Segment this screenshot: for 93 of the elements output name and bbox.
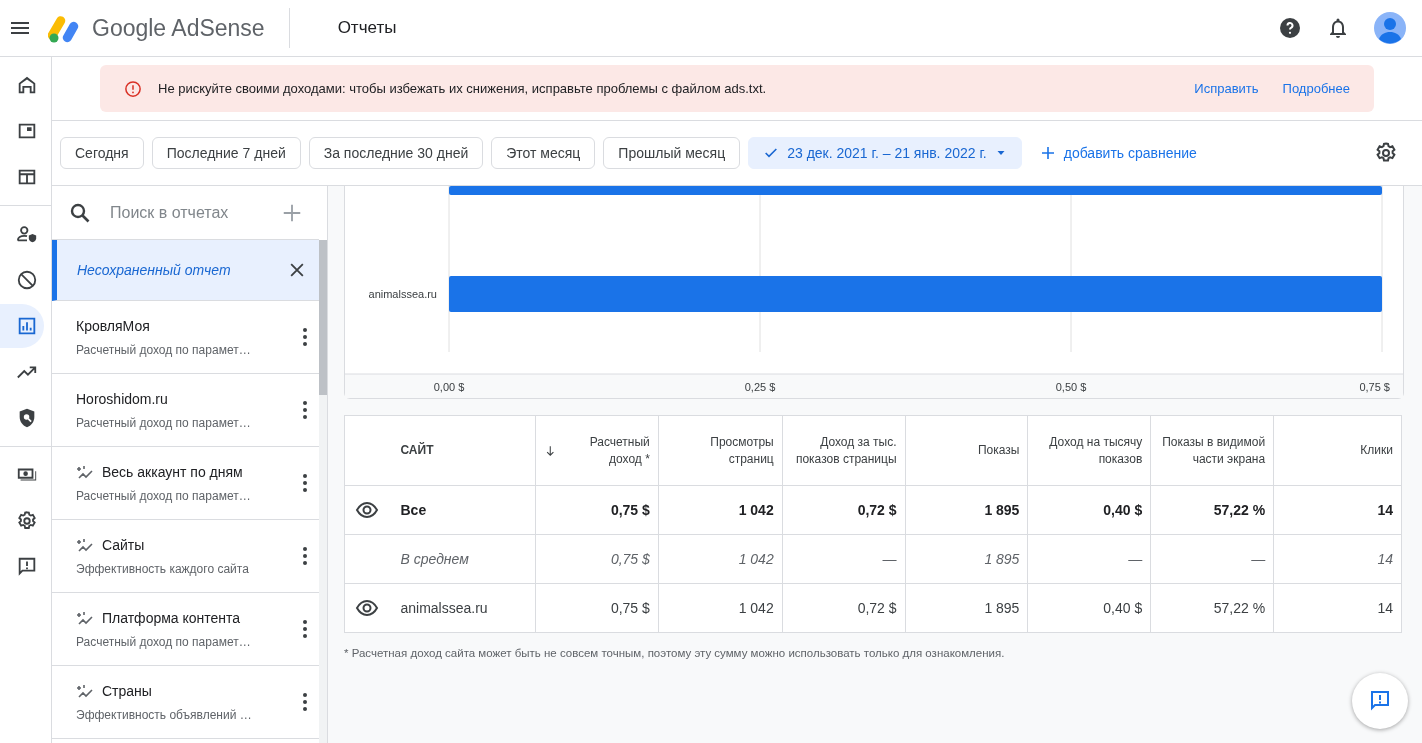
table-cell: 1 895 — [905, 583, 1028, 633]
table-cell: 1 042 — [658, 583, 783, 633]
more-vert-icon — [303, 328, 307, 346]
help-icon — [1278, 16, 1302, 40]
date-filter-chip[interactable]: За последние 30 дней — [308, 137, 484, 169]
date-filter-chip[interactable]: Сегодня — [60, 137, 144, 169]
table-cell: 14 — [1273, 485, 1402, 535]
add-comparison-link[interactable]: добавить сравнение — [1033, 141, 1203, 165]
table-cell: 0,75 $ — [535, 485, 659, 535]
report-description: Эффективность каждого сайта — [76, 560, 250, 578]
feedback-icon — [16, 556, 38, 578]
report-list-item[interactable]: Несохраненный отчет — [52, 240, 319, 301]
more-button[interactable] — [303, 547, 307, 565]
axis-tick-label: 0,25 $ — [744, 381, 776, 393]
more-vert-icon — [303, 693, 307, 711]
date-range-dropdown[interactable]: 23 дек. 2021 г. – 21 янв. 2022 г. — [748, 137, 1022, 169]
axis-tick-label: 0,50 $ — [1055, 381, 1087, 393]
person-shield-icon — [16, 223, 38, 245]
table-cell: 0,40 $ — [1027, 485, 1151, 535]
report-title: КровляМоя — [76, 316, 150, 336]
more-vert-icon — [303, 474, 307, 492]
column-header[interactable]: Расчетный доход * — [535, 415, 659, 486]
table-cell: 57,22 % — [1150, 485, 1274, 535]
alert-message: Не рискуйте своими доходами: чтобы избежать их снижения, исправьте проблемы с файлом ads.txt. — [158, 79, 767, 98]
report-title: Сайты — [102, 535, 145, 555]
column-header[interactable]: Клики — [1273, 415, 1402, 486]
table-cell: — — [1150, 534, 1274, 584]
report-title: Платформа контента — [102, 608, 241, 628]
table-cell: 1 895 — [905, 534, 1028, 584]
more-button[interactable] — [303, 401, 307, 419]
more-vert-icon — [303, 547, 307, 565]
help-button[interactable] — [1278, 16, 1302, 40]
table-cell: — — [782, 534, 906, 584]
table-cell: 0,75 $ — [535, 583, 659, 633]
scrollbar-thumb[interactable] — [319, 240, 327, 395]
bar-chart-icon — [16, 315, 38, 337]
column-header[interactable]: Доход на тысячу показов — [1027, 415, 1151, 486]
table-cell: 0,72 $ — [782, 583, 906, 633]
feedback-icon — [1368, 689, 1392, 713]
avatar-icon — [1374, 12, 1406, 44]
table-cell: animalssea.ru — [388, 583, 536, 633]
column-header[interactable]: Показы — [905, 415, 1028, 486]
more-vert-icon — [303, 401, 307, 419]
date-filter-chip[interactable]: Прошлый месяц — [603, 137, 741, 169]
report-title: Несохраненный отчет — [77, 260, 231, 280]
settings-icon — [16, 510, 38, 532]
table-cell: — — [1027, 534, 1151, 584]
block-icon — [16, 269, 38, 291]
column-header[interactable]: Показы в видимой части экрана — [1150, 415, 1274, 486]
plus-icon — [1039, 145, 1056, 161]
bar-chart-nav-item[interactable] — [0, 304, 44, 348]
product-name: Google AdSense — [92, 13, 265, 43]
table-cell: 14 — [1273, 583, 1402, 633]
more-button[interactable] — [303, 328, 307, 346]
table-cell: 0,75 $ — [535, 534, 659, 584]
footnote: * Расчетная доход сайта может быть не совсем точным, поэтому эту сумму можно использовать только для ознакомления. — [344, 646, 1006, 661]
date-filter-chip[interactable]: Последние 7 дней — [151, 137, 301, 169]
column-header[interactable]: САЙТ — [388, 415, 536, 486]
home-icon — [16, 74, 38, 96]
page-title: Отчеты — [337, 17, 397, 40]
table-cell: 1 042 — [658, 485, 783, 535]
date-filter-chip[interactable]: Этот месяц — [491, 137, 596, 169]
alert-link[interactable]: Подробнее — [1282, 78, 1350, 99]
report-title: Весь аккаунт по дням — [102, 462, 243, 482]
column-header[interactable]: Просмотры страниц — [658, 415, 783, 486]
table-cell: 1 042 — [658, 534, 783, 584]
axis-tick-label: 0,75 $ — [1359, 381, 1390, 393]
table-cell: 57,22 % — [1150, 583, 1274, 633]
more-button[interactable] — [303, 474, 307, 492]
error-icon — [124, 79, 142, 98]
more-button[interactable] — [303, 693, 307, 711]
axis-tick-label: 0,00 $ — [433, 381, 465, 393]
report-title: Страны — [102, 681, 152, 701]
report-title: Horoshidom.ru — [76, 389, 168, 409]
column-header[interactable]: Доход за тыс. показов страницы — [782, 415, 906, 486]
table-cell: Все — [388, 485, 536, 535]
table-cell: 1 895 — [905, 485, 1028, 535]
table-cell: 0,40 $ — [1027, 583, 1151, 633]
settings-icon — [1374, 141, 1398, 165]
more-vert-icon — [303, 620, 307, 638]
table-cell: В среднем — [388, 534, 536, 584]
report-description: Расчетный доход по парамет… — [76, 341, 252, 359]
report-description: Расчетный доход по парамет… — [76, 633, 252, 651]
table-cell: 14 — [1273, 534, 1402, 584]
alert-link[interactable]: Исправить — [1194, 78, 1259, 99]
report-description: Расчетный доход по парамет… — [76, 487, 252, 505]
settings-button[interactable] — [1374, 141, 1398, 165]
table-cell: 0,72 $ — [782, 485, 906, 535]
account-avatar[interactable] — [1374, 12, 1406, 44]
category-label: animalssea.ru — [368, 288, 437, 300]
report-description: Расчетный доход по парамет… — [76, 414, 252, 432]
report-description: Эффективность объявлений … — [76, 706, 253, 724]
more-button[interactable] — [303, 620, 307, 638]
